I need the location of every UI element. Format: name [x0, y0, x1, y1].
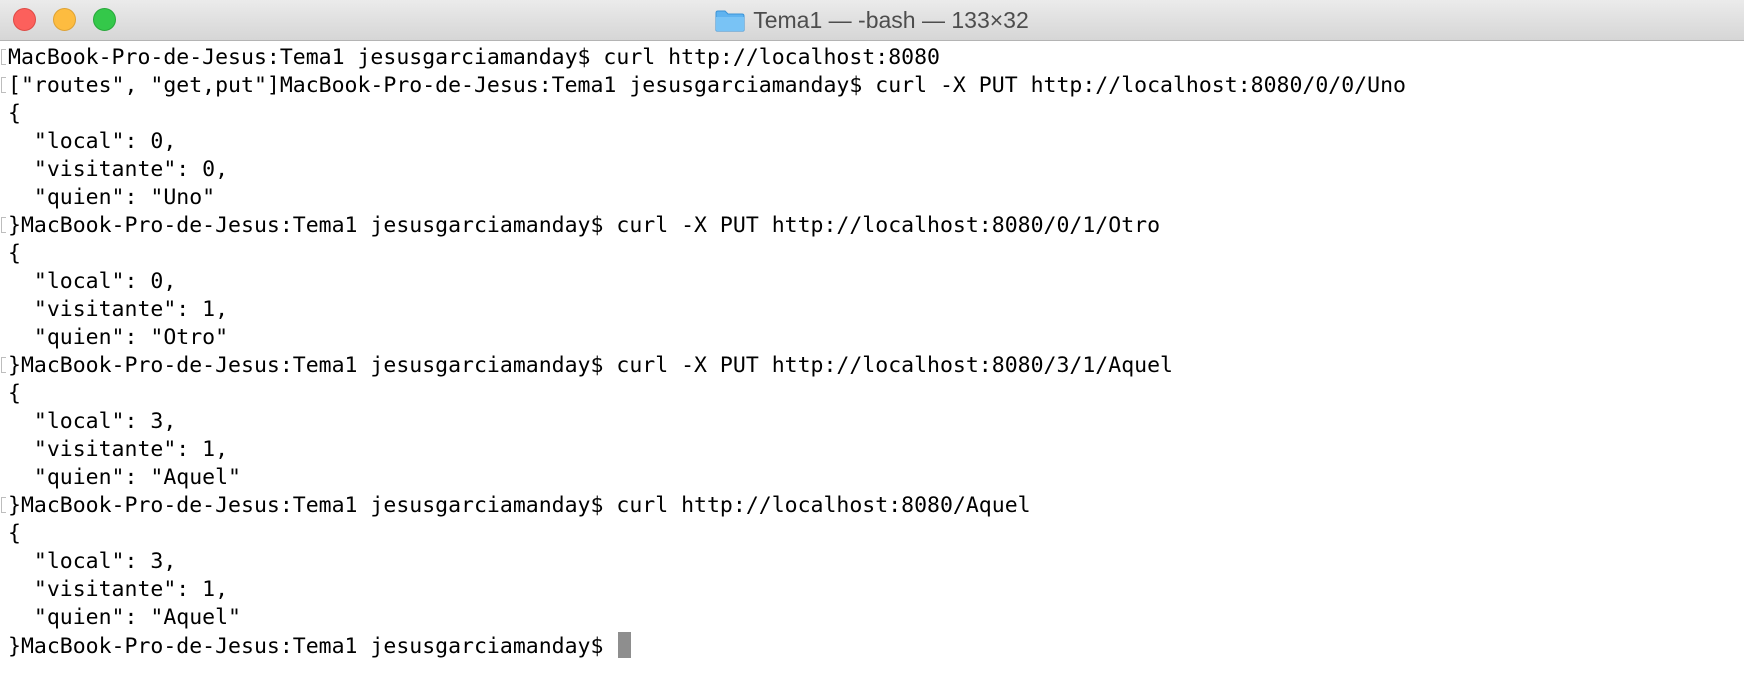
terminal-line: "visitante": 0,: [8, 156, 1406, 184]
terminal-line-text: "visitante": 1,: [8, 297, 229, 322]
terminal-line-text: "quien": "Aquel": [8, 465, 241, 490]
terminal-line-text: {: [8, 101, 21, 126]
terminal-line-text: "local": 3,: [8, 549, 177, 574]
terminal-line: "local": 3,: [8, 548, 1406, 576]
terminal-line-text: "visitante": 0,: [8, 157, 229, 182]
terminal-line-text: {: [8, 521, 21, 546]
line-mark-bracket: [1, 77, 6, 93]
terminal-line: "quien": "Uno": [8, 184, 1406, 212]
terminal-line-text: }MacBook-Pro-de-Jesus:Tema1 jesusgarciam…: [8, 213, 1161, 238]
folder-icon: [715, 10, 745, 32]
line-mark-bracket: [1, 497, 6, 513]
terminal-line-text: "visitante": 1,: [8, 577, 229, 602]
terminal-line: MacBook-Pro-de-Jesus:Tema1 jesusgarciama…: [1, 44, 1406, 72]
terminal-line-text: "quien": "Otro": [8, 325, 229, 350]
terminal-line-text: {: [8, 381, 21, 406]
terminal-lines: MacBook-Pro-de-Jesus:Tema1 jesusgarciama…: [1, 44, 1406, 660]
terminal-line: "visitante": 1,: [8, 436, 1406, 464]
terminal-line: }MacBook-Pro-de-Jesus:Tema1 jesusgarciam…: [1, 352, 1406, 380]
zoom-button[interactable]: [93, 8, 116, 31]
terminal-line: "quien": "Aquel": [8, 604, 1406, 632]
terminal-line: "local": 0,: [8, 268, 1406, 296]
terminal-line: ["routes", "get,put"]MacBook-Pro-de-Jesu…: [1, 72, 1406, 100]
terminal-line: {: [8, 380, 1406, 408]
terminal-line-text: "local": 0,: [8, 129, 177, 154]
terminal-line-text: ["routes", "get,put"]MacBook-Pro-de-Jesu…: [8, 73, 1406, 98]
minimize-button[interactable]: [53, 8, 76, 31]
terminal-line: "quien": "Otro": [8, 324, 1406, 352]
window-title-area: Tema1 — -bash — 133×32: [0, 0, 1744, 41]
terminal-line: }MacBook-Pro-de-Jesus:Tema1 jesusgarciam…: [8, 632, 1406, 660]
terminal-line: "quien": "Aquel": [8, 464, 1406, 492]
terminal-output[interactable]: MacBook-Pro-de-Jesus:Tema1 jesusgarciama…: [0, 41, 1744, 696]
terminal-line: "visitante": 1,: [8, 576, 1406, 604]
terminal-line: "local": 0,: [8, 128, 1406, 156]
terminal-line: "visitante": 1,: [8, 296, 1406, 324]
terminal-line-text: MacBook-Pro-de-Jesus:Tema1 jesusgarciama…: [8, 45, 940, 70]
terminal-window: Tema1 — -bash — 133×32 MacBook-Pro-de-Je…: [0, 0, 1744, 696]
terminal-line-text: {: [8, 241, 21, 266]
terminal-line-text: "quien": "Uno": [8, 185, 216, 210]
terminal-line: {: [8, 520, 1406, 548]
terminal-line: {: [8, 100, 1406, 128]
terminal-line-text: }MacBook-Pro-de-Jesus:Tema1 jesusgarciam…: [8, 634, 617, 659]
terminal-line: }MacBook-Pro-de-Jesus:Tema1 jesusgarciam…: [1, 492, 1406, 520]
terminal-line: "local": 3,: [8, 408, 1406, 436]
terminal-line-text: }MacBook-Pro-de-Jesus:Tema1 jesusgarciam…: [8, 353, 1173, 378]
terminal-line-text: "local": 3,: [8, 409, 177, 434]
text-cursor: [618, 632, 632, 658]
terminal-line-text: "quien": "Aquel": [8, 605, 241, 630]
line-mark-bracket: [1, 357, 6, 373]
terminal-line: {: [8, 240, 1406, 268]
terminal-line-text: }MacBook-Pro-de-Jesus:Tema1 jesusgarciam…: [8, 493, 1031, 518]
terminal-line: }MacBook-Pro-de-Jesus:Tema1 jesusgarciam…: [1, 212, 1406, 240]
window-title: Tema1 — -bash — 133×32: [753, 7, 1029, 33]
line-mark-bracket: [1, 49, 6, 65]
terminal-line-text: "visitante": 1,: [8, 437, 229, 462]
close-button[interactable]: [13, 8, 36, 31]
line-mark-bracket: [1, 217, 6, 233]
terminal-line-text: "local": 0,: [8, 269, 177, 294]
title-bar[interactable]: Tema1 — -bash — 133×32: [0, 0, 1744, 41]
